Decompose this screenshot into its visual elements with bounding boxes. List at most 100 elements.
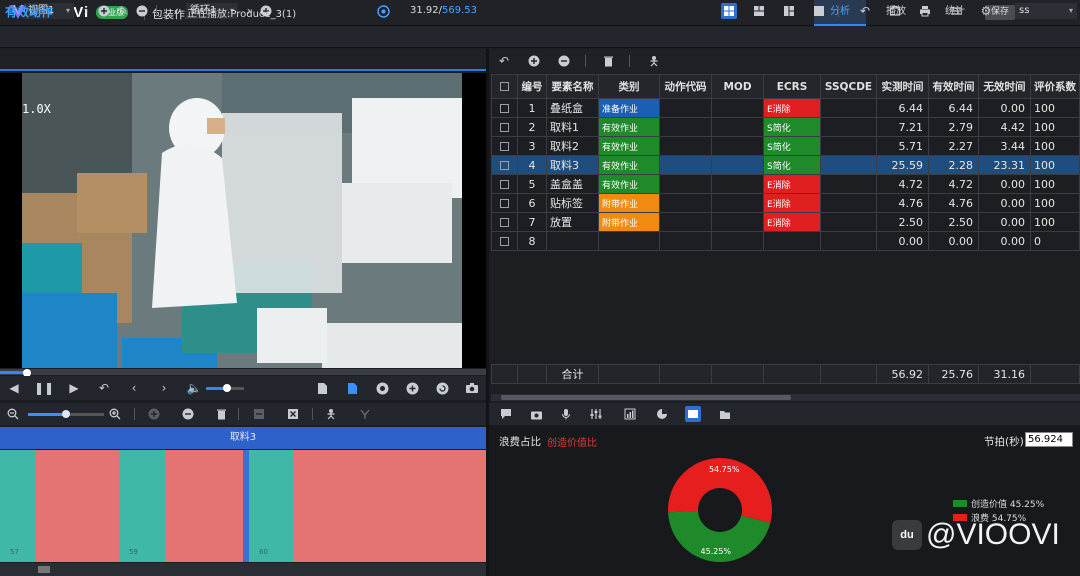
- export-icon[interactable]: [887, 3, 903, 19]
- cell-code[interactable]: [659, 136, 712, 156]
- remove-view-icon[interactable]: [134, 3, 150, 19]
- cell-ecrs[interactable]: E消除: [763, 193, 821, 213]
- volume-slider[interactable]: [206, 384, 244, 392]
- row-checkbox[interactable]: [500, 199, 509, 208]
- row-checkbox[interactable]: [500, 237, 509, 246]
- cell-ssqcde[interactable]: [820, 193, 877, 213]
- volume-icon[interactable]: 🔈: [186, 380, 202, 396]
- row-checkbox[interactable]: [500, 161, 509, 170]
- table-row[interactable]: 3 取料2 有效作业 S简化 5.71 2.27 3.44 100: [491, 136, 1080, 156]
- column-header[interactable]: 类别: [598, 74, 660, 99]
- cell-ecrs[interactable]: E消除: [763, 212, 821, 232]
- cell-coef[interactable]: 0: [1030, 231, 1080, 251]
- timeline-scrollbar[interactable]: [0, 563, 486, 576]
- bar-chart-icon[interactable]: [623, 407, 637, 421]
- cell-ecrs[interactable]: S简化: [763, 155, 821, 175]
- row-checkbox[interactable]: [500, 218, 509, 227]
- cell-category[interactable]: 准备作业: [598, 98, 660, 118]
- cell-category[interactable]: 有效作业: [598, 174, 660, 194]
- document-icon[interactable]: [314, 380, 330, 396]
- select-all-checkbox[interactable]: [500, 82, 509, 91]
- remove-row-icon[interactable]: [557, 54, 571, 68]
- undo-icon[interactable]: ↶: [857, 3, 873, 19]
- zoom-out-icon[interactable]: [6, 407, 20, 421]
- column-header[interactable]: 无效时间: [978, 74, 1031, 99]
- cell-effective[interactable]: 6.44: [928, 98, 979, 118]
- table-row[interactable]: 6 贴标签 附带作业 E消除 4.76 4.76 0.00 100: [491, 193, 1080, 213]
- standard-select[interactable]: ss ▾: [1015, 3, 1077, 19]
- cell-measured[interactable]: 4.72: [876, 174, 929, 194]
- cell-measured[interactable]: 6.44: [876, 98, 929, 118]
- table-row[interactable]: 4 取料3 有效作业 S简化 25.59 2.28 23.31 100: [491, 155, 1080, 175]
- cell-category[interactable]: [598, 231, 660, 251]
- cell-mod[interactable]: [711, 212, 764, 232]
- cell-no[interactable]: 7: [517, 212, 547, 232]
- cell-no[interactable]: 6: [517, 193, 547, 213]
- trash-icon[interactable]: [601, 54, 615, 68]
- folder-icon[interactable]: [718, 407, 732, 421]
- timeline-segment[interactable]: 60: [249, 450, 293, 562]
- column-header[interactable]: 评价系数: [1030, 74, 1080, 99]
- table-row[interactable]: 8 0.00 0.00 0.00 0: [491, 231, 1080, 251]
- cell-code[interactable]: [659, 212, 712, 232]
- cell-name[interactable]: 取料2: [546, 136, 599, 156]
- cell-category[interactable]: 附带作业: [598, 212, 660, 232]
- merge-icon[interactable]: [358, 407, 372, 421]
- cell-invalid[interactable]: 0.00: [978, 231, 1031, 251]
- gear-icon[interactable]: ⚙: [978, 3, 994, 19]
- print-icon[interactable]: [917, 3, 933, 19]
- row-select-cell[interactable]: [491, 117, 518, 137]
- cell-mod[interactable]: [711, 155, 764, 175]
- cell-invalid[interactable]: 3.44: [978, 136, 1031, 156]
- cell-coef[interactable]: 100: [1030, 174, 1080, 194]
- cell-category[interactable]: 有效作业: [598, 155, 660, 175]
- table-row[interactable]: 7 放置 附带作业 E消除 2.50 2.50 0.00 100: [491, 212, 1080, 232]
- cell-code[interactable]: [659, 174, 712, 194]
- cell-effective[interactable]: 4.72: [928, 174, 979, 194]
- value-ratio-link[interactable]: 创造价值比: [547, 434, 597, 449]
- cell-ssqcde[interactable]: [820, 174, 877, 194]
- cell-no[interactable]: 8: [517, 231, 547, 251]
- layout-grid-icon[interactable]: [751, 3, 767, 19]
- column-header[interactable]: 实测时间: [876, 74, 929, 99]
- cell-coef[interactable]: 100: [1030, 212, 1080, 232]
- row-select-cell[interactable]: [491, 98, 518, 118]
- add-marker-icon[interactable]: [404, 380, 420, 396]
- column-header[interactable]: SSQCDE: [820, 74, 877, 99]
- timeline-scroll-thumb[interactable]: [38, 566, 50, 573]
- cell-ecrs[interactable]: E消除: [763, 174, 821, 194]
- row-checkbox[interactable]: [500, 123, 509, 132]
- step-forward-icon[interactable]: ›: [156, 380, 172, 396]
- camera-icon[interactable]: [529, 407, 543, 421]
- cell-name[interactable]: [546, 231, 599, 251]
- layout-single-icon[interactable]: [721, 3, 737, 19]
- row-select-cell[interactable]: [491, 174, 518, 194]
- cell-ssqcde[interactable]: [820, 212, 877, 232]
- video-player[interactable]: 1.0X: [0, 73, 486, 368]
- cell-name[interactable]: 盖盒盖: [546, 174, 599, 194]
- rewind-icon[interactable]: ↶: [96, 380, 112, 396]
- column-header[interactable]: MOD: [711, 74, 764, 99]
- add-view-icon[interactable]: [96, 3, 112, 19]
- cell-code[interactable]: [659, 98, 712, 118]
- cell-category[interactable]: 有效作业: [598, 136, 660, 156]
- operator-icon[interactable]: [324, 407, 338, 421]
- cell-mod[interactable]: [711, 174, 764, 194]
- cell-mod[interactable]: [711, 231, 764, 251]
- play-icon[interactable]: ▶: [66, 380, 82, 396]
- row-checkbox[interactable]: [500, 104, 509, 113]
- table-row[interactable]: 5 盖盒盖 有效作业 E消除 4.72 4.72 0.00 100: [491, 174, 1080, 194]
- row-checkbox[interactable]: [500, 142, 509, 151]
- comment-icon[interactable]: [499, 407, 513, 421]
- cell-name[interactable]: 贴标签: [546, 193, 599, 213]
- timeline-zoom-slider[interactable]: [28, 410, 104, 418]
- timeline-segment[interactable]: 59: [119, 450, 165, 562]
- row-checkbox[interactable]: [500, 180, 509, 189]
- cell-measured[interactable]: 5.71: [876, 136, 929, 156]
- chevron-right-icon[interactable]: ›: [78, 3, 94, 19]
- column-header[interactable]: 动作代码: [659, 74, 712, 99]
- row-select-cell[interactable]: [491, 193, 518, 213]
- remove-segment-icon[interactable]: [181, 407, 195, 421]
- cell-effective[interactable]: 2.50: [928, 212, 979, 232]
- cell-measured[interactable]: 4.76: [876, 193, 929, 213]
